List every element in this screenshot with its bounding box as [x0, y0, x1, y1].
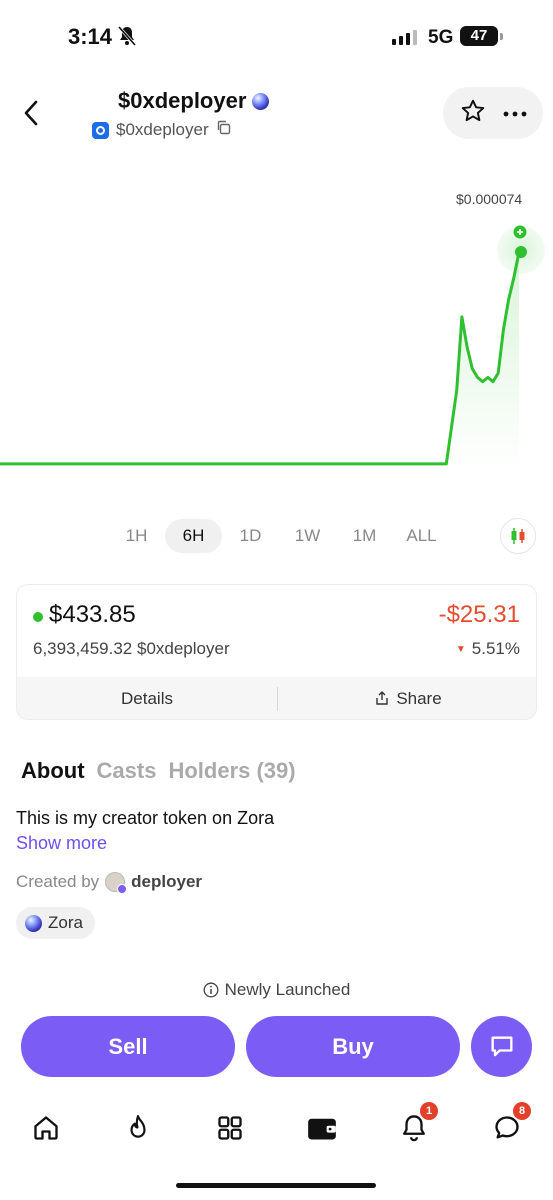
creator-name[interactable]: deployer [131, 872, 202, 892]
chart-high-price: $0.000074 [456, 191, 523, 207]
range-all[interactable]: ALL [393, 519, 450, 553]
token-ticker: $0xdeployer [116, 120, 209, 139]
price-area [446, 252, 519, 470]
range-1d[interactable]: 1D [222, 519, 279, 553]
nav-home[interactable] [28, 1110, 64, 1146]
battery-tip [500, 33, 503, 40]
down-triangle-icon: ▼ [455, 644, 466, 656]
base-chain-icon [92, 121, 109, 139]
fire-icon [130, 1115, 146, 1138]
wallet-icon [308, 1118, 336, 1140]
share-label: Share [396, 689, 442, 708]
position-holding: 6,393,459.32 $0xdeployer [33, 639, 230, 658]
grid-icon [218, 1116, 242, 1140]
info-icon [203, 982, 219, 998]
creator-avatar[interactable] [105, 872, 128, 894]
nav-messages[interactable]: 8 [489, 1102, 531, 1146]
header-actions [443, 87, 543, 139]
live-dot [33, 612, 43, 622]
position-change: -$25.31 [438, 601, 520, 628]
range-1w[interactable]: 1W [279, 519, 336, 553]
nav-trending[interactable] [120, 1110, 156, 1146]
chevron-left-icon [24, 100, 38, 126]
buy-button[interactable]: Buy [246, 1016, 460, 1077]
more-options-icon[interactable] [503, 104, 527, 122]
share-icon [376, 691, 389, 705]
sell-button[interactable]: Sell [21, 1016, 235, 1077]
platform-name: Zora [48, 913, 83, 932]
share-button[interactable]: Share [278, 677, 536, 719]
star-icon[interactable] [460, 98, 486, 129]
tab-holders[interactable]: Holders (39) [168, 758, 295, 784]
created-by-label: Created by [16, 872, 100, 891]
change-percent-value: 5.51% [471, 639, 520, 658]
network-type: 5G [428, 27, 454, 48]
battery-icon: 47 [460, 26, 498, 46]
messages-badge: 8 [513, 1102, 531, 1120]
details-button[interactable]: Details [17, 677, 277, 719]
candlestick-icon [511, 528, 525, 544]
cellular-signal-icon [392, 30, 417, 45]
token-name: $0xdeployer [118, 88, 247, 113]
newly-launched-notice: Newly Launched [0, 980, 553, 1000]
token-title: $0xdeployer [118, 88, 270, 114]
bell-slash-icon [117, 26, 137, 51]
status-time: 3:14 [68, 24, 113, 49]
nav-explore[interactable] [212, 1110, 248, 1146]
nav-wallet[interactable] [304, 1110, 340, 1146]
last-point-marker [515, 246, 527, 258]
range-1h[interactable]: 1H [108, 519, 165, 553]
nav-notifications[interactable]: 1 [396, 1102, 438, 1146]
candlestick-toggle-button[interactable] [500, 518, 536, 554]
message-icon [491, 1036, 512, 1056]
position-card: $433.85 -$25.31 6,393,459.32 $0xdeployer… [16, 584, 537, 720]
tab-about[interactable]: About [21, 758, 85, 784]
range-1m[interactable]: 1M [336, 519, 393, 553]
show-more-link[interactable]: Show more [16, 833, 107, 854]
price-line [0, 251, 521, 466]
back-button[interactable] [18, 96, 48, 130]
position-value: $433.85 [49, 601, 136, 628]
home-indicator [176, 1183, 376, 1188]
zora-orb-icon [25, 914, 42, 932]
content-tabs: About Casts Holders (39) [21, 758, 296, 784]
platform-chip[interactable]: Zora [16, 907, 95, 939]
newly-launched-text: Newly Launched [224, 980, 351, 999]
chat-button[interactable] [471, 1016, 532, 1077]
token-description: This is my creator token on Zora [16, 808, 275, 828]
zora-orb-icon [252, 92, 270, 110]
token-subtitle: $0xdeployer [92, 120, 231, 140]
notifications-badge: 1 [420, 1102, 438, 1120]
time-range-selector: 1H 6H 1D 1W 1M ALL [108, 519, 450, 553]
created-by: Created by deployer [16, 872, 202, 894]
position-summary: $433.85 -$25.31 6,393,459.32 $0xdeployer… [17, 585, 536, 677]
range-6h[interactable]: 6H [165, 519, 222, 553]
position-change-percent: ▼ 5.51% [456, 639, 520, 659]
home-icon [34, 1116, 58, 1140]
copy-icon[interactable] [216, 120, 231, 140]
tab-casts[interactable]: Casts [97, 758, 157, 784]
